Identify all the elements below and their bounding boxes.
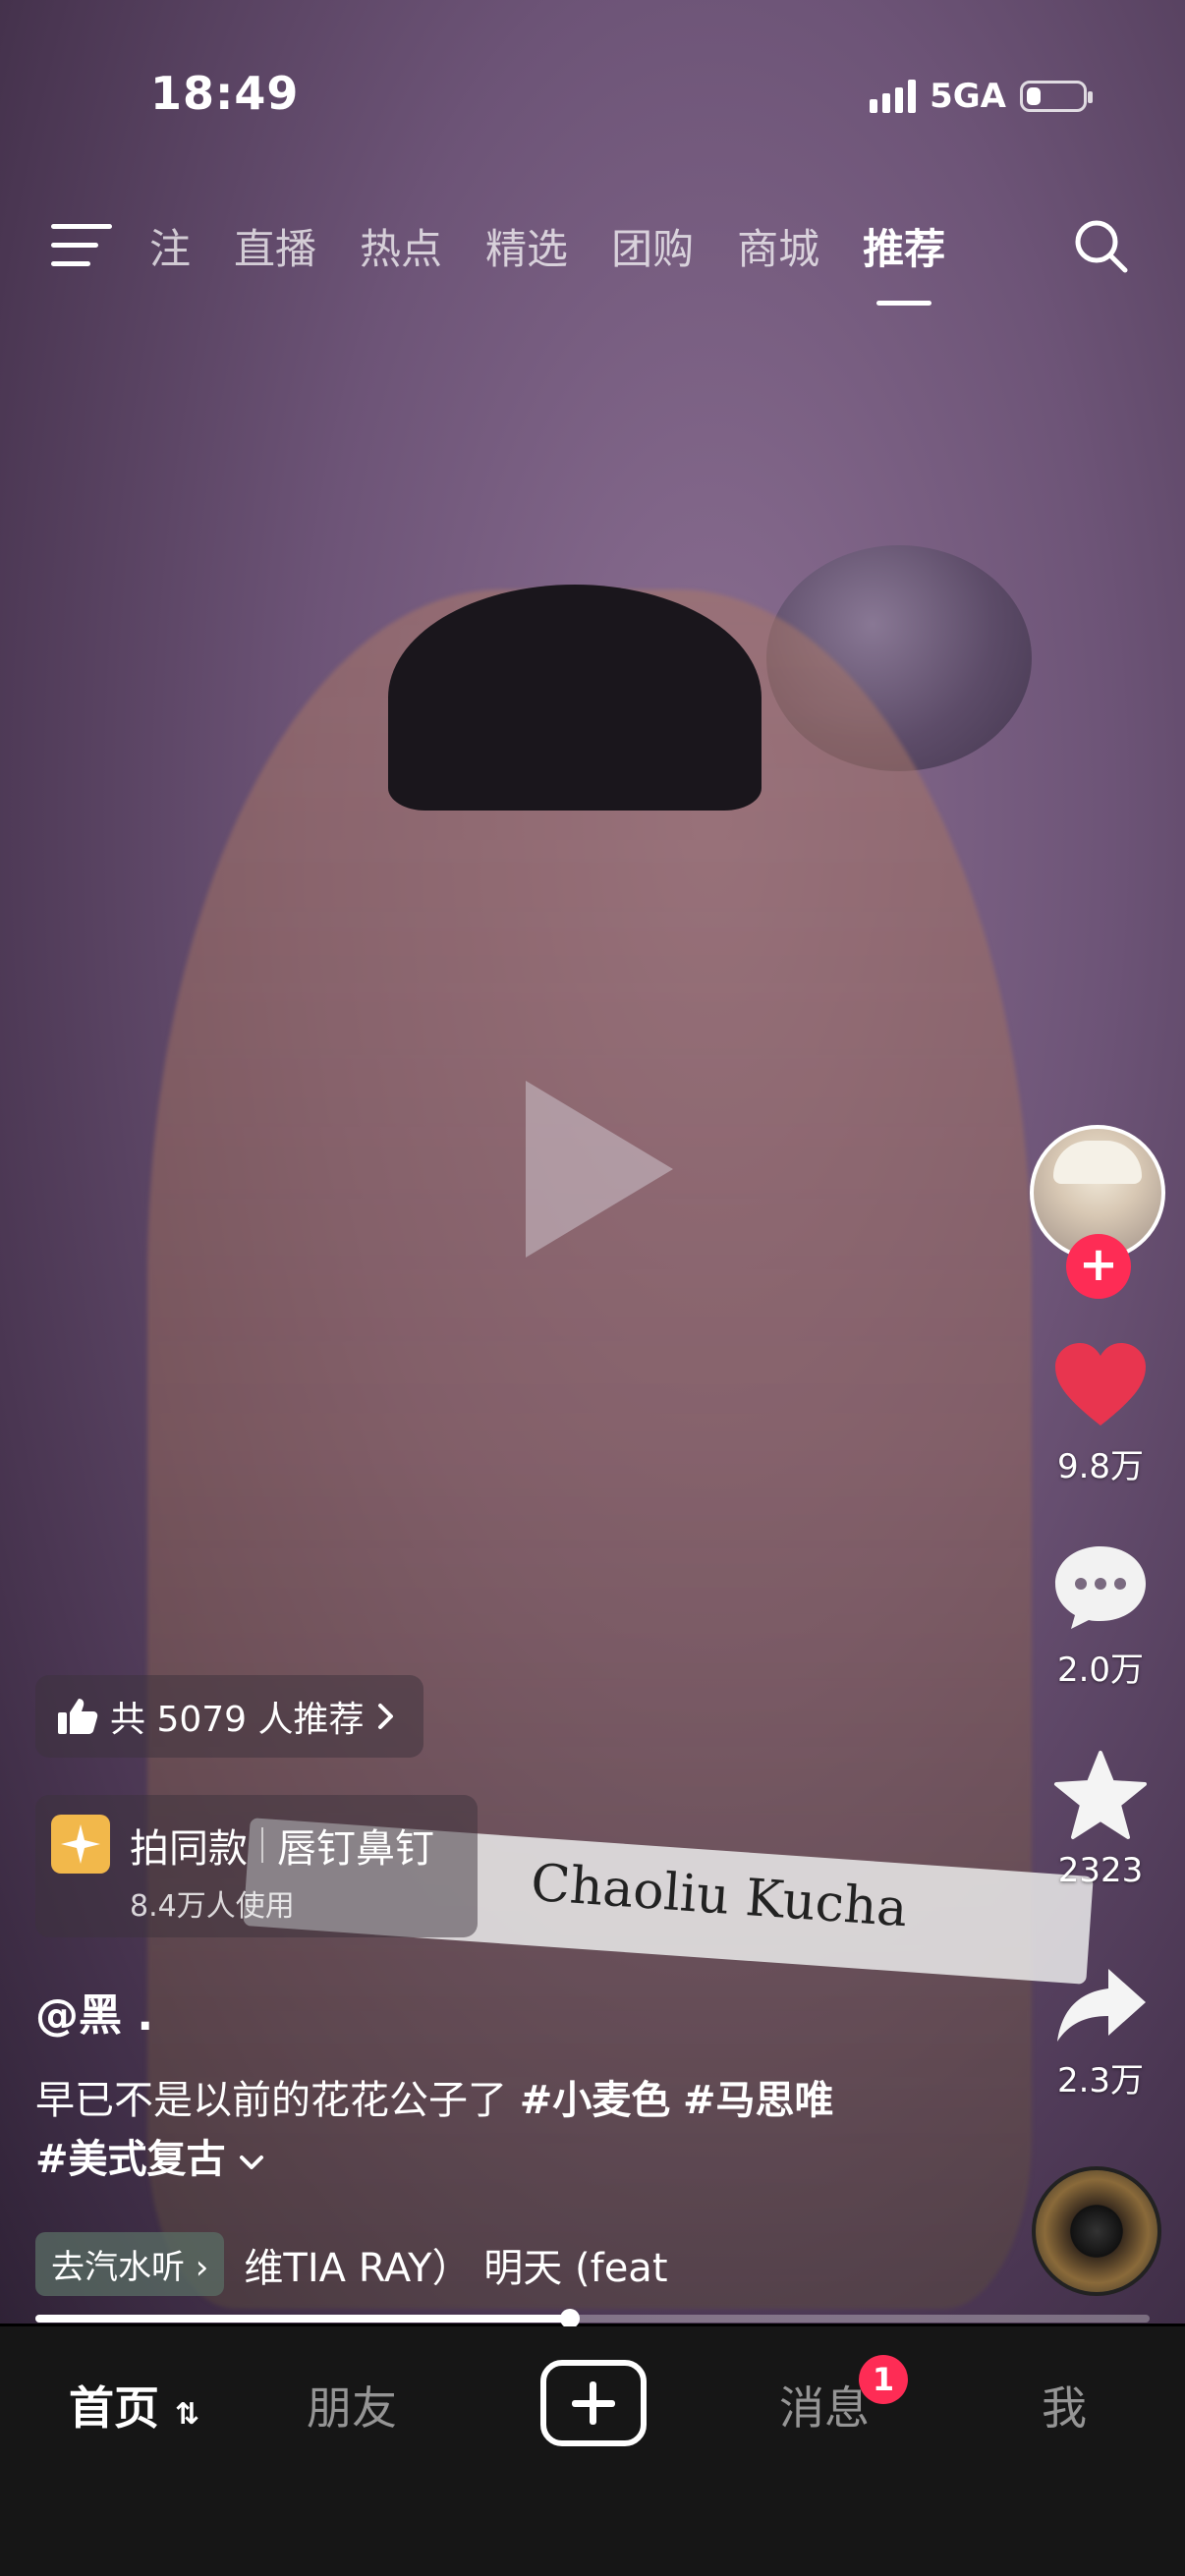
nav-home-label: 首页 bbox=[69, 2381, 159, 2435]
create-button[interactable] bbox=[540, 2360, 647, 2446]
divider bbox=[261, 1827, 263, 1863]
chevron-down-icon[interactable] bbox=[238, 2153, 265, 2172]
favorite-count: 2323 bbox=[1057, 1851, 1144, 1890]
hashtag[interactable]: #小麦色 bbox=[520, 2078, 671, 2123]
nav-messages[interactable]: 消息 bbox=[779, 2373, 870, 2437]
comment-count: 2.0万 bbox=[1056, 1651, 1145, 1690]
refresh-swap-icon: ⇅ bbox=[175, 2397, 200, 2432]
tab-hot[interactable]: 热点 bbox=[360, 216, 442, 276]
author-username[interactable]: @黑 . bbox=[35, 1980, 153, 2043]
network-type: 5GA bbox=[930, 77, 1006, 116]
nav-me[interactable]: 我 bbox=[1042, 2373, 1087, 2437]
top-tabs: 注 直播 热点 精选 团购 商城 推荐 bbox=[149, 216, 945, 306]
tab-group-buy[interactable]: 团购 bbox=[611, 216, 694, 276]
status-icons: 5GA bbox=[870, 77, 1093, 116]
tab-featured[interactable]: 精选 bbox=[485, 216, 568, 276]
battery-fill bbox=[1027, 87, 1041, 105]
thumbs-up-icon bbox=[58, 1699, 98, 1734]
same-style-card[interactable]: 拍同款 唇钉鼻钉 8.4万人使用 bbox=[35, 1795, 478, 1937]
favorite-button[interactable]: 2323 bbox=[1022, 1749, 1179, 1890]
video-subject bbox=[147, 589, 1032, 2309]
like-count: 9.8万 bbox=[1056, 1447, 1145, 1486]
video-beanie bbox=[388, 585, 762, 811]
post-caption[interactable]: 早已不是以前的花花公子了 #小麦色 #马思唯 #美式复古 bbox=[35, 2071, 920, 2189]
video-progress-bar[interactable] bbox=[35, 2309, 1150, 2328]
like-button[interactable]: 9.8万 bbox=[1022, 1341, 1179, 1487]
message-badge: 1 bbox=[859, 2355, 908, 2404]
music-tag-label: 去汽水听 bbox=[51, 2248, 185, 2287]
share-arrow-icon bbox=[1057, 1969, 1146, 2042]
signal-icon bbox=[870, 80, 917, 113]
avatar-hair bbox=[1053, 1141, 1142, 1184]
star-icon bbox=[1054, 1751, 1147, 1839]
recommend-chip[interactable]: 共 5079 人推荐 bbox=[35, 1675, 423, 1758]
music-disc-icon[interactable] bbox=[1032, 2166, 1161, 2296]
search-icon[interactable] bbox=[1071, 216, 1130, 275]
same-style-title: 拍同款 唇钉鼻钉 bbox=[130, 1817, 434, 1874]
nav-friends[interactable]: 朋友 bbox=[307, 2373, 397, 2437]
chevron-right-icon bbox=[377, 1704, 393, 1729]
sparkle-icon bbox=[51, 1815, 110, 1874]
battery-icon bbox=[1020, 81, 1093, 112]
music-tag[interactable]: 去汽水听 › bbox=[35, 2232, 225, 2296]
status-time: 18:49 bbox=[150, 67, 300, 120]
tab-mall[interactable]: 商城 bbox=[737, 216, 819, 276]
comment-icon bbox=[1055, 1546, 1146, 1629]
heart-icon bbox=[1055, 1343, 1146, 1426]
tab-live[interactable]: 直播 bbox=[234, 216, 316, 276]
nav-home[interactable]: 首页 ⇅ bbox=[69, 2373, 199, 2437]
share-count: 2.3万 bbox=[1056, 2061, 1145, 2100]
app-screen: Chaoliu Kucha 18:49 5GA 注 直播 热点 精选 团购 商城… bbox=[0, 0, 1185, 2576]
recommend-text: 共 5079 人推荐 bbox=[110, 1700, 365, 1740]
menu-icon[interactable] bbox=[51, 224, 112, 269]
hashtag[interactable]: #马思唯 bbox=[683, 2078, 834, 2123]
share-button[interactable]: 2.3万 bbox=[1022, 1965, 1179, 2101]
music-title: 维TIA RAY） 明天 (feat bbox=[244, 2245, 668, 2291]
music-row[interactable]: 去汽水听 › 维TIA RAY） 明天 (feat bbox=[35, 2232, 668, 2296]
same-style-usage: 8.4万人使用 bbox=[130, 1889, 295, 1924]
play-icon[interactable] bbox=[496, 1071, 693, 1267]
comment-button[interactable]: 2.0万 bbox=[1022, 1542, 1179, 1691]
same-style-label: 拍同款 bbox=[130, 1826, 248, 1872]
tab-following[interactable]: 注 bbox=[149, 216, 191, 276]
tab-recommend[interactable]: 推荐 bbox=[863, 216, 945, 306]
progress-fill bbox=[35, 2315, 571, 2323]
progress-knob[interactable] bbox=[560, 2309, 581, 2328]
hashtag[interactable]: #美式复古 bbox=[35, 2137, 226, 2182]
follow-button[interactable]: + bbox=[1066, 1234, 1131, 1299]
caption-text: 早已不是以前的花花公子了 bbox=[35, 2078, 520, 2123]
same-style-effect: 唇钉鼻钉 bbox=[277, 1826, 434, 1872]
